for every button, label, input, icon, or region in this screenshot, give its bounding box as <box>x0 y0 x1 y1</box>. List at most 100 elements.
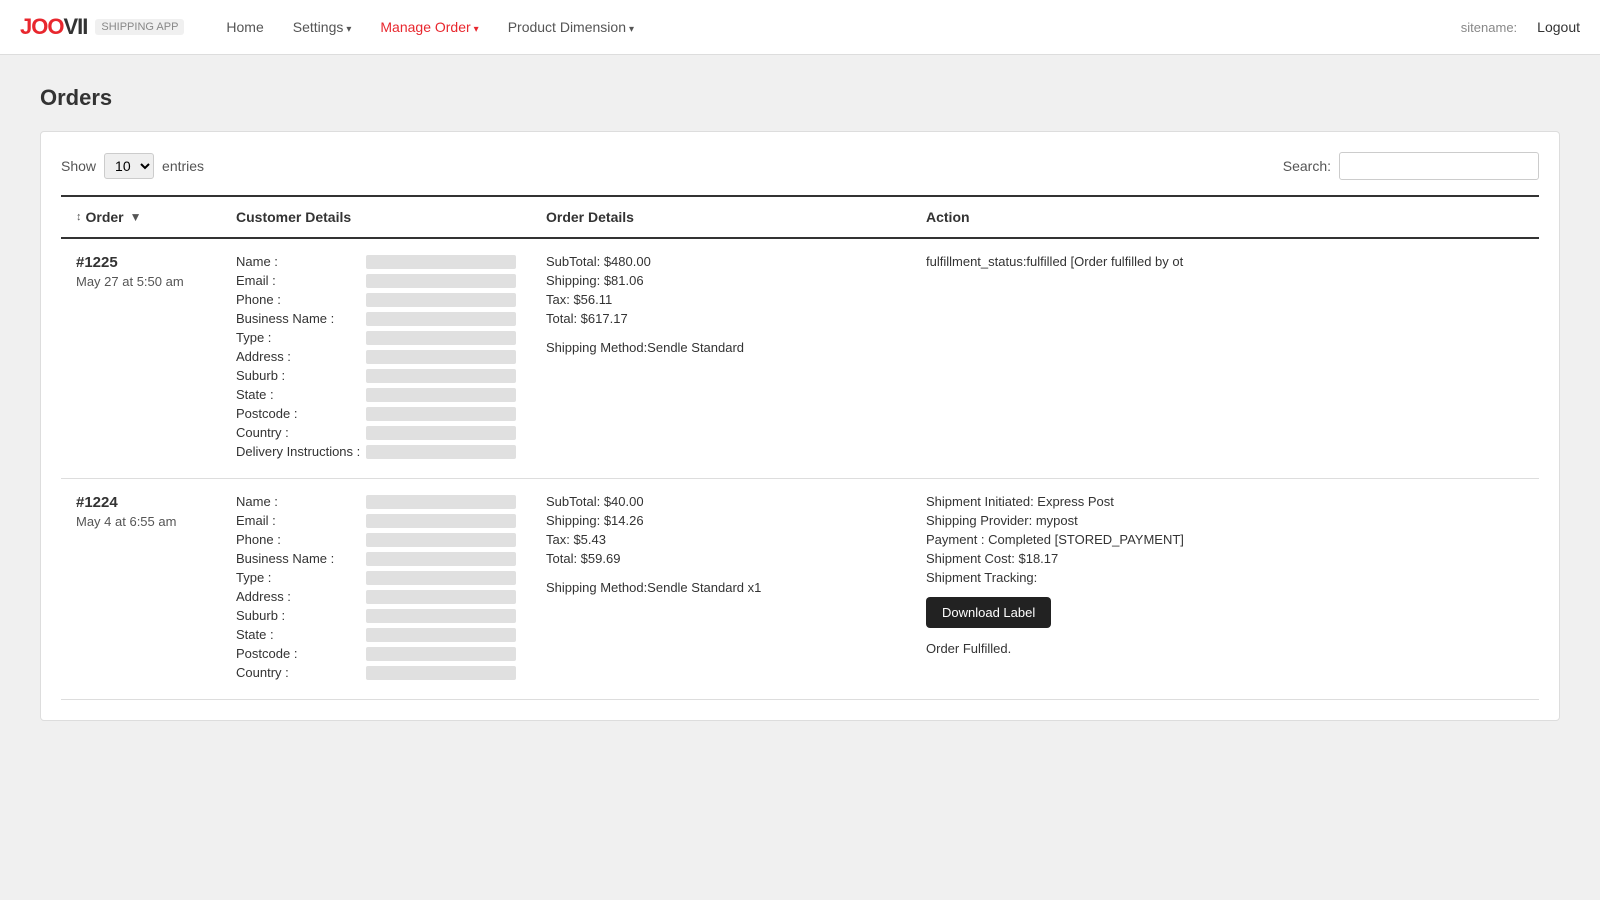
customer-field: Phone : <box>236 292 516 307</box>
field-label: Suburb : <box>236 368 366 383</box>
logo-black: VII <box>63 14 87 39</box>
field-label: Name : <box>236 494 366 509</box>
order-line: Shipping: $81.06 <box>546 273 896 288</box>
action-text: fulfillment_status:fulfilled [Order fulf… <box>926 254 1524 269</box>
field-value-bar <box>366 552 516 566</box>
order-line: SubTotal: $480.00 <box>546 254 896 269</box>
field-label: Country : <box>236 425 366 440</box>
customer-field: Suburb : <box>236 368 516 383</box>
customer-details-cell: Name : Email : Phone : Business Name : Type … <box>221 479 531 700</box>
order-details-cell: SubTotal: $480.00 Shipping: $81.06 Tax: $5… <box>531 238 911 479</box>
customer-field: Country : <box>236 665 516 680</box>
show-label: Show <box>61 158 96 174</box>
table-row: #1225 May 27 at 5:50 am Name : Email : Pho… <box>61 238 1539 479</box>
shipment-detail: Shipment Cost: $18.17 <box>926 551 1524 566</box>
customer-field: Email : <box>236 273 516 288</box>
field-value-bar <box>366 312 516 326</box>
logo-red: JOO <box>20 14 63 39</box>
field-value-bar <box>366 388 516 402</box>
filter-icon: ▼ <box>130 210 142 224</box>
customer-field: Phone : <box>236 532 516 547</box>
order-line: Shipping Method:Sendle Standard <box>546 340 896 355</box>
shipment-detail: Shipping Provider: mypost <box>926 513 1524 528</box>
order-line: Shipping: $14.26 <box>546 513 896 528</box>
table-container: Show 10 25 50 entries Search: ↕ <box>40 131 1560 721</box>
entries-control: Show 10 25 50 entries <box>61 153 204 179</box>
shipment-detail: Payment : Completed [STORED_PAYMENT] <box>926 532 1524 547</box>
field-label: Name : <box>236 254 366 269</box>
field-label: Type : <box>236 330 366 345</box>
nav-manage-order[interactable]: Manage Order▾ <box>368 11 490 43</box>
order-line: Tax: $56.11 <box>546 292 896 307</box>
field-label: Phone : <box>236 292 366 307</box>
col-header-action: Action <box>911 196 1539 238</box>
navbar: JOOVII SHIPPING APP Home Settings▾ Manag… <box>0 0 1600 55</box>
field-label: Address : <box>236 349 366 364</box>
customer-field: Address : <box>236 349 516 364</box>
field-value-bar <box>366 590 516 604</box>
field-label: Postcode : <box>236 406 366 421</box>
order-cell: #1224 May 4 at 6:55 am <box>61 479 221 700</box>
customer-field: Postcode : <box>236 406 516 421</box>
sitename-label: sitename: <box>1461 20 1517 35</box>
customer-field: Address : <box>236 589 516 604</box>
col-header-details: Order Details <box>531 196 911 238</box>
field-value-bar <box>366 407 516 421</box>
nav-product-dimension[interactable]: Product Dimension▾ <box>496 11 646 43</box>
field-value-bar <box>366 647 516 661</box>
nav-home[interactable]: Home <box>214 11 275 43</box>
sort-icon: ↕ <box>76 211 82 223</box>
search-input[interactable] <box>1339 152 1539 180</box>
field-value-bar <box>366 331 516 345</box>
field-label: Suburb : <box>236 608 366 623</box>
customer-field: Country : <box>236 425 516 440</box>
customer-field: Delivery Instructions : <box>236 444 516 459</box>
field-label: State : <box>236 627 366 642</box>
col-header-customer: Customer Details <box>221 196 531 238</box>
orders-table: ↕ Order ▼ Customer Details Order Details… <box>61 195 1539 700</box>
customer-field: Name : <box>236 254 516 269</box>
table-controls: Show 10 25 50 entries Search: <box>61 152 1539 180</box>
field-label: Address : <box>236 589 366 604</box>
nav-links: Home Settings▾ Manage Order▾ Product Dim… <box>214 11 1460 43</box>
customer-details-cell: Name : Email : Phone : Business Name : Type … <box>221 238 531 479</box>
action-cell: Shipment Initiated: Express PostShipping… <box>911 479 1539 700</box>
order-line: Tax: $5.43 <box>546 532 896 547</box>
order-line <box>546 570 896 580</box>
customer-field: Email : <box>236 513 516 528</box>
field-value-bar <box>366 274 516 288</box>
field-label: State : <box>236 387 366 402</box>
field-label: Business Name : <box>236 551 366 566</box>
customer-field: State : <box>236 387 516 402</box>
customer-field: Postcode : <box>236 646 516 661</box>
order-date: May 4 at 6:55 am <box>76 514 206 529</box>
field-label: Business Name : <box>236 311 366 326</box>
logout-button[interactable]: Logout <box>1537 19 1580 35</box>
action-cell: fulfillment_status:fulfilled [Order fulf… <box>911 238 1539 479</box>
field-value-bar <box>366 369 516 383</box>
order-id: #1225 <box>76 254 206 271</box>
download-label-button[interactable]: Download Label <box>926 597 1051 628</box>
order-line: Shipping Method:Sendle Standard x1 <box>546 580 896 595</box>
field-label: Email : <box>236 273 366 288</box>
field-value-bar <box>366 255 516 269</box>
field-label: Email : <box>236 513 366 528</box>
nav-right: sitename: Logout <box>1461 19 1580 35</box>
field-label: Phone : <box>236 532 366 547</box>
page-title: Orders <box>40 85 1560 111</box>
order-date: May 27 at 5:50 am <box>76 274 206 289</box>
nav-settings[interactable]: Settings▾ <box>281 11 364 43</box>
customer-field: Suburb : <box>236 608 516 623</box>
field-value-bar <box>366 445 516 459</box>
manage-order-caret-icon: ▾ <box>474 24 479 35</box>
field-value-bar <box>366 495 516 509</box>
field-label: Delivery Instructions : <box>236 444 366 459</box>
customer-field: Type : <box>236 570 516 585</box>
brand: JOOVII SHIPPING APP <box>20 14 184 40</box>
order-cell: #1225 May 27 at 5:50 am <box>61 238 221 479</box>
app-label: SHIPPING APP <box>95 19 184 35</box>
entries-select[interactable]: 10 25 50 <box>104 153 154 179</box>
field-value-bar <box>366 571 516 585</box>
search-label: Search: <box>1283 158 1331 174</box>
customer-field: Name : <box>236 494 516 509</box>
